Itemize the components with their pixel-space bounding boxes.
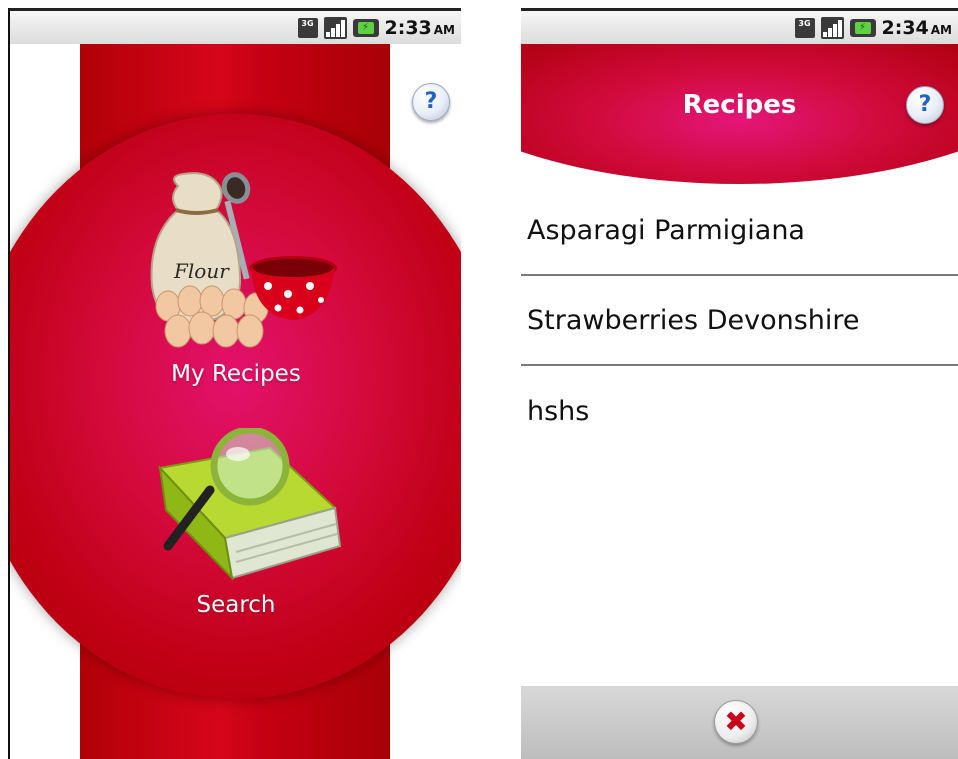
page-title: Recipes (682, 90, 797, 120)
network-3g-icon: 3G (794, 17, 815, 38)
close-button[interactable]: ✖ (714, 700, 758, 744)
recipe-list: Asparagi Parmigiana Strawberries Devonsh… (521, 186, 958, 456)
status-time: 2:33 AM (384, 16, 456, 39)
question-icon: ? (918, 92, 932, 117)
close-icon: ✖ (724, 705, 748, 738)
help-button[interactable]: ? (412, 83, 450, 121)
list-item[interactable]: hshs (521, 366, 958, 456)
status-time: 2:34 AM (881, 16, 953, 39)
my-recipes-button[interactable]: My Recipes (136, 361, 336, 387)
network-3g-icon: 3G (297, 17, 318, 38)
flour-eggs-bowl-icon[interactable]: Flour (138, 166, 338, 366)
search-button[interactable]: Search (136, 592, 336, 618)
recipes-screen: 3G ⚡ 2:34 AM Recipes ? Asparagi Parmigian… (521, 8, 958, 759)
book-magnifier-icon[interactable] (150, 428, 345, 593)
home-screen: 3G ⚡ 2:33 AM ? Flour My Recipes Search (8, 8, 461, 759)
question-icon: ? (424, 89, 438, 114)
status-bar: 3G ⚡ 2:34 AM (521, 8, 958, 44)
list-item[interactable]: Strawberries Devonshire (521, 276, 958, 366)
signal-strength-icon (323, 16, 347, 39)
svg-text:Flour: Flour (173, 259, 230, 283)
help-button[interactable]: ? (906, 86, 944, 124)
battery-charging-icon: ⚡ (352, 18, 379, 37)
bottom-toolbar: ✖ (521, 686, 958, 759)
status-bar: 3G ⚡ 2:33 AM (10, 8, 461, 44)
signal-strength-icon (820, 16, 844, 39)
battery-charging-icon: ⚡ (849, 18, 876, 37)
list-item[interactable]: Asparagi Parmigiana (521, 186, 958, 276)
